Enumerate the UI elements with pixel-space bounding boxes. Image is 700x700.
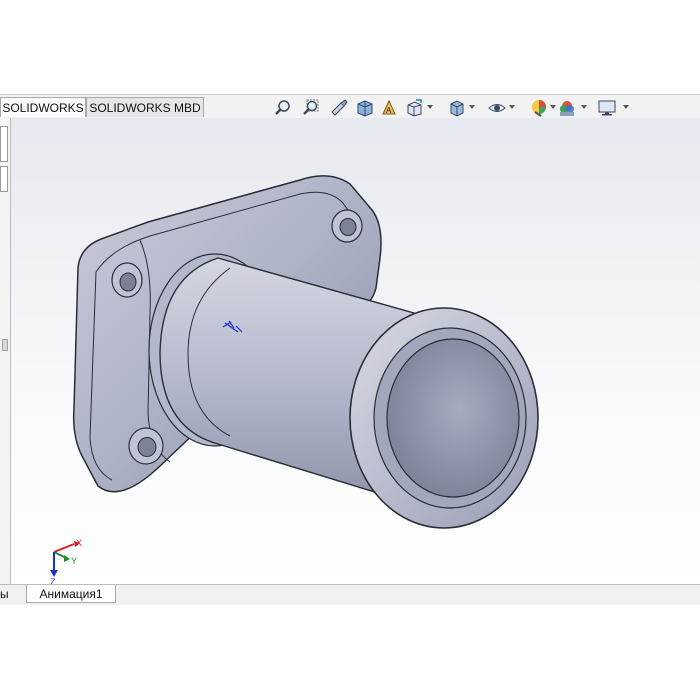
solidworks-window: SOLIDWORKS SOLIDWORKS MBD A X Y Z ы Аним… bbox=[0, 94, 700, 605]
view-triad: X Y Z bbox=[50, 538, 82, 584]
tab-model-partial[interactable]: ы bbox=[0, 585, 24, 603]
view-orientation-dropdown-icon[interactable] bbox=[427, 105, 433, 109]
previous-view-icon[interactable] bbox=[329, 98, 349, 118]
zoom-to-area-icon[interactable] bbox=[301, 98, 321, 118]
zoom-to-fit-icon[interactable] bbox=[273, 98, 293, 118]
triad-y-label: Y bbox=[71, 556, 77, 566]
dynamic-annotation-views-icon[interactable]: A bbox=[379, 98, 399, 118]
view-orientation-icon[interactable] bbox=[405, 98, 425, 118]
part-model[interactable] bbox=[0, 118, 700, 584]
view-settings-icon[interactable] bbox=[597, 98, 617, 118]
triad-z-label: Z bbox=[50, 577, 56, 584]
command-manager-tabbar: SOLIDWORKS SOLIDWORKS MBD A bbox=[0, 94, 700, 119]
svg-text:A: A bbox=[386, 106, 392, 115]
triad-x-axis bbox=[53, 543, 75, 553]
triad-x-label: X bbox=[76, 538, 82, 548]
panel-collapse-handle[interactable] bbox=[2, 339, 8, 351]
bottom-tab-bar: ы Анимация1 bbox=[0, 584, 700, 605]
panel-edge-box bbox=[0, 166, 8, 192]
bore bbox=[386, 338, 520, 498]
tab-animation1[interactable]: Анимация1 bbox=[26, 585, 116, 603]
feature-manager-panel-edge bbox=[0, 118, 11, 584]
heads-up-view-toolbar: A bbox=[271, 96, 641, 118]
tab-solidworks-mbd[interactable]: SOLIDWORKS MBD bbox=[86, 97, 204, 117]
hide-show-dropdown-icon[interactable] bbox=[509, 105, 515, 109]
panel-edge-box bbox=[0, 126, 8, 162]
display-style-icon[interactable] bbox=[447, 98, 467, 118]
section-view-icon[interactable] bbox=[355, 98, 375, 118]
bolt-hole bbox=[331, 209, 363, 243]
graphics-area[interactable]: X Y Z bbox=[0, 118, 700, 584]
apply-scene-dropdown-icon[interactable] bbox=[581, 105, 587, 109]
view-settings-dropdown-icon[interactable] bbox=[623, 105, 629, 109]
bolt-hole bbox=[128, 427, 164, 465]
display-style-dropdown-icon[interactable] bbox=[469, 105, 475, 109]
apply-scene-icon[interactable] bbox=[557, 98, 577, 118]
tab-solidworks[interactable]: SOLIDWORKS bbox=[0, 97, 86, 117]
hide-show-items-icon[interactable] bbox=[487, 98, 507, 118]
edit-appearance-icon[interactable] bbox=[529, 98, 549, 118]
edit-appearance-dropdown-icon[interactable] bbox=[550, 105, 556, 109]
bolt-hole bbox=[111, 262, 143, 298]
